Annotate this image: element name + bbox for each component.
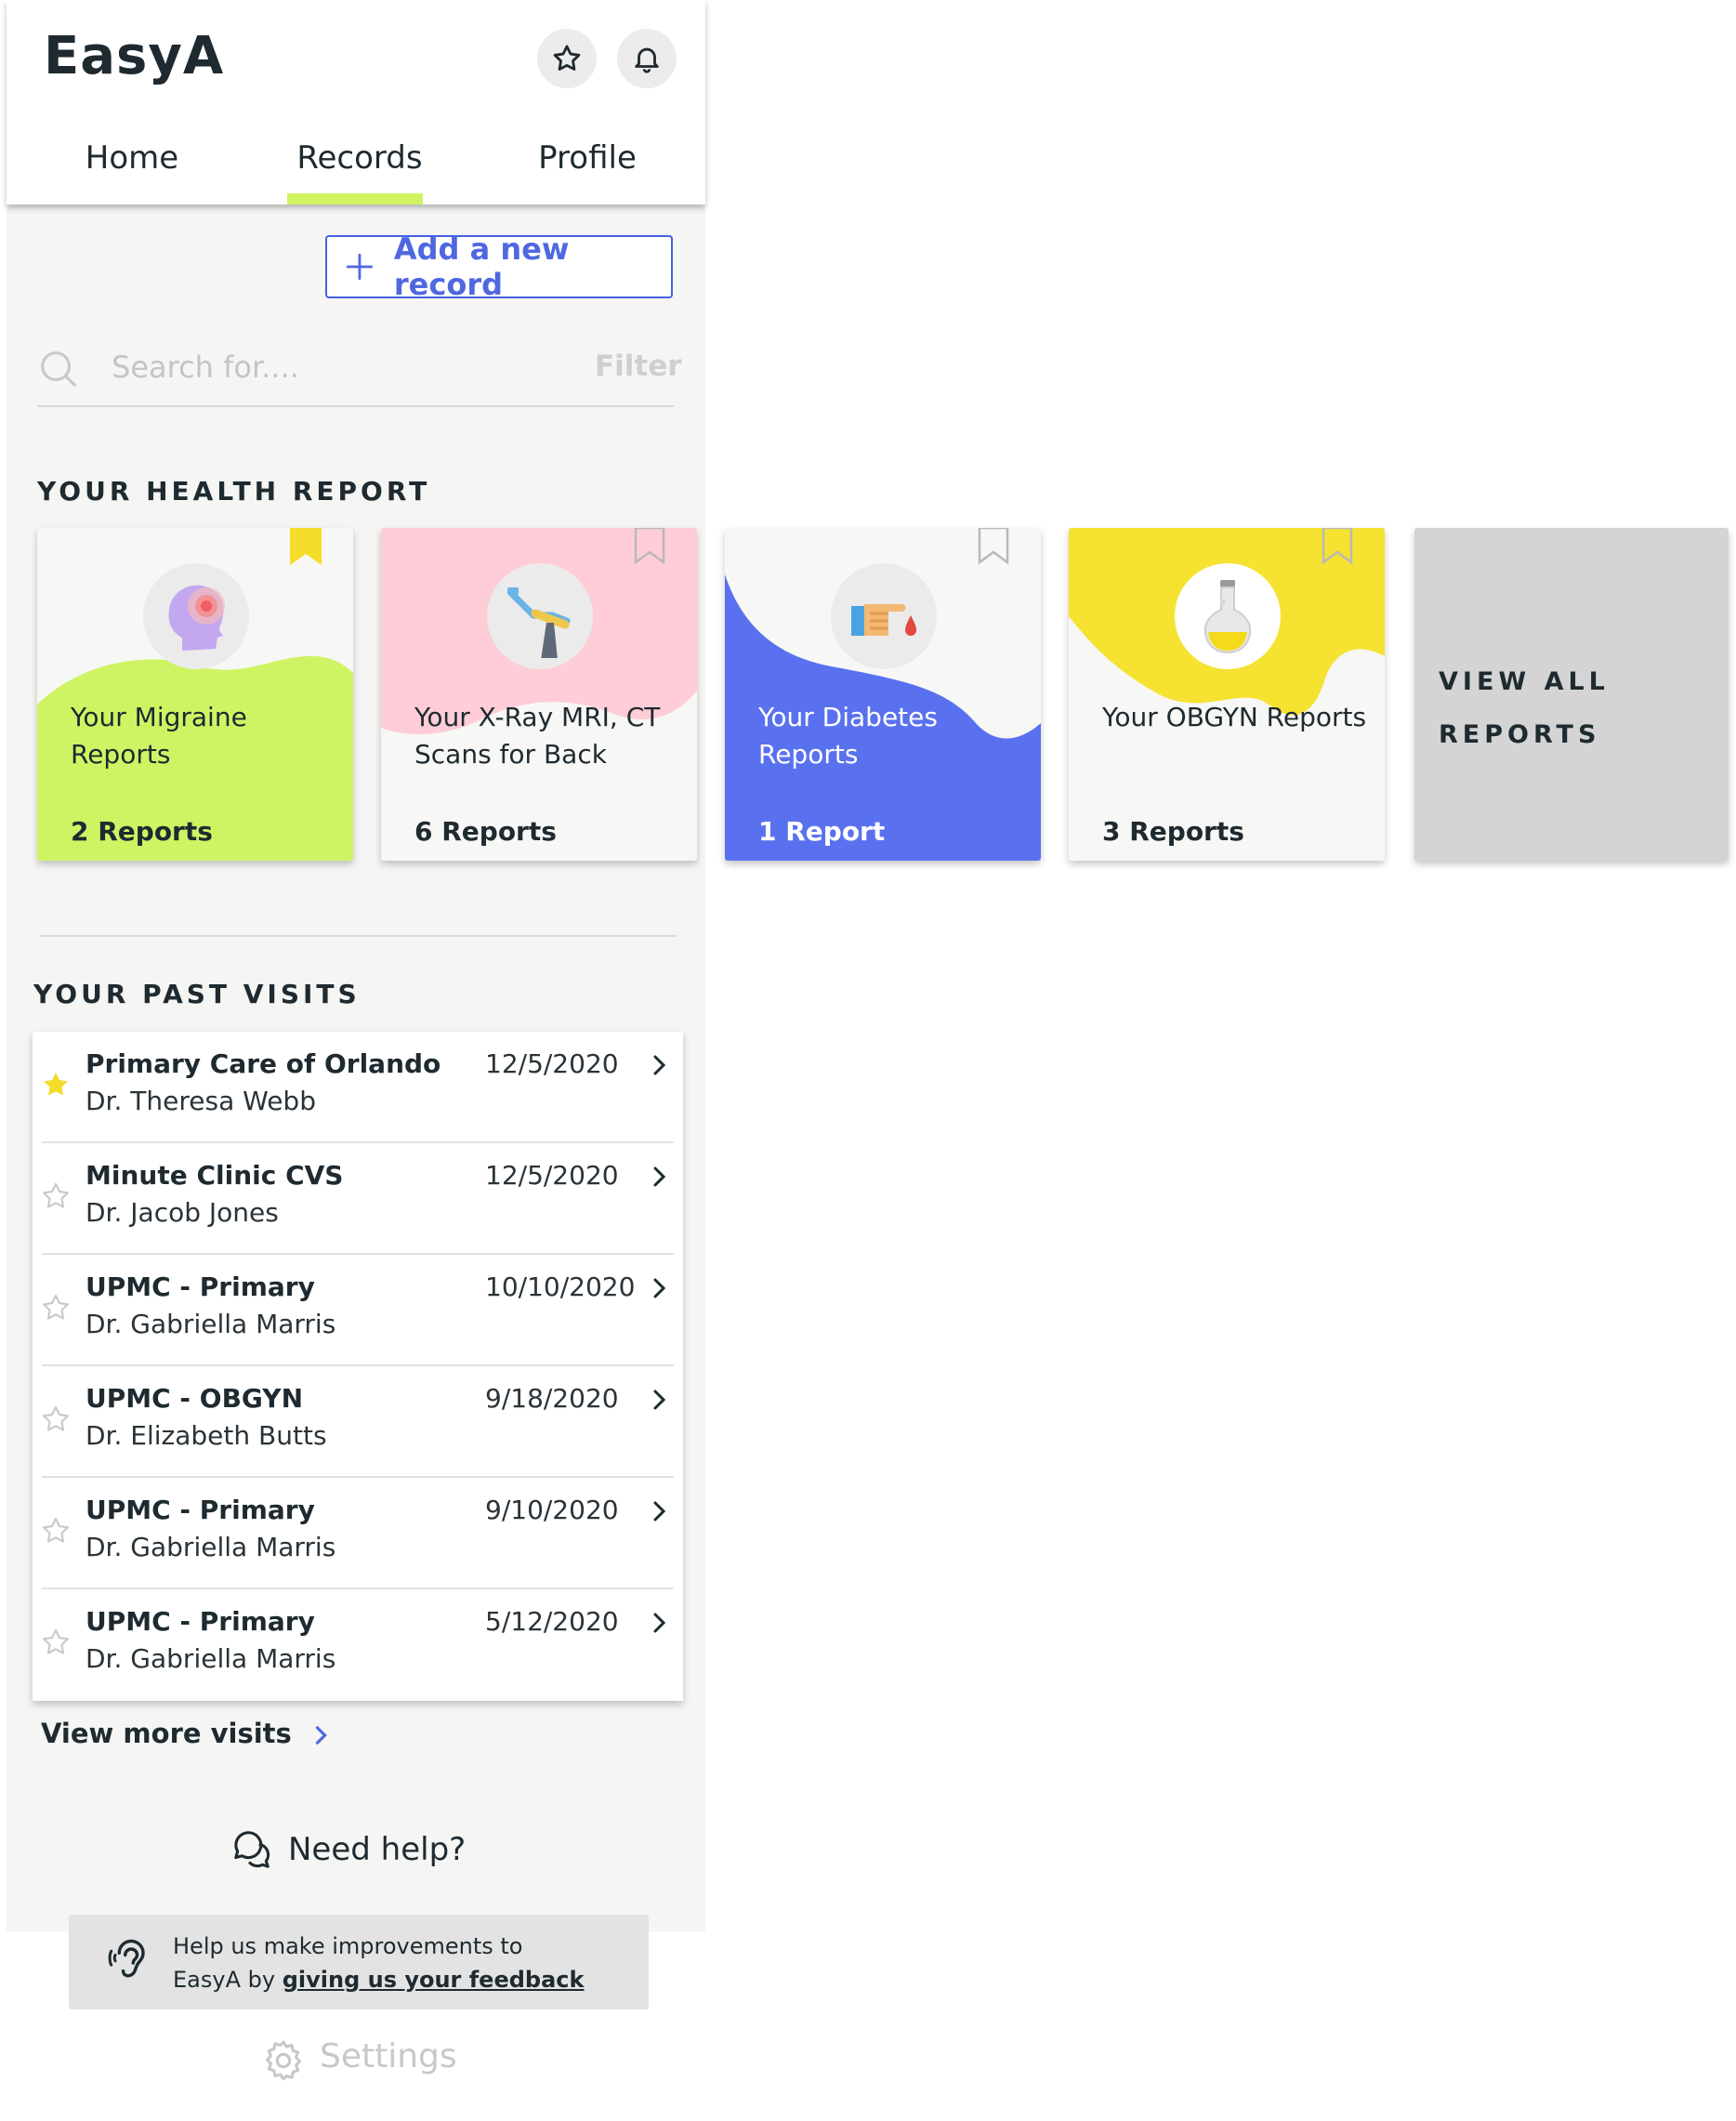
visit-clinic-name: UPMC - Primary <box>85 1495 315 1525</box>
visit-doctor-name: Dr. Elizabeth Butts <box>85 1420 327 1451</box>
visit-row[interactable]: UPMC - Primary Dr. Gabriella Marris 10/1… <box>33 1255 683 1366</box>
app-header: EasyA Home Records Profile <box>7 0 705 204</box>
view-more-label: View more visits <box>41 1718 292 1749</box>
chevron-right-icon[interactable] <box>650 1387 670 1413</box>
visit-date: 10/10/2020 <box>485 1271 636 1302</box>
visit-clinic-name: Minute Clinic CVS <box>85 1160 344 1191</box>
visit-date: 9/10/2020 <box>485 1495 619 1525</box>
tab-home[interactable]: Home <box>62 139 202 177</box>
visit-date: 5/12/2020 <box>485 1606 619 1637</box>
report-card-label: Your Migraine Reports <box>71 702 247 770</box>
report-card-count: 2 Reports <box>71 816 213 847</box>
search-icon <box>41 351 76 387</box>
feedback-text: Help us make improvements to EasyA by gi… <box>173 1930 584 1996</box>
report-card-xray[interactable]: Your X-Ray MRI, CT Scans for Back 6 Repo… <box>381 528 697 861</box>
star-outline-icon[interactable] <box>40 1180 72 1212</box>
finger-blood-drop-icon <box>831 563 937 669</box>
star-filled-icon[interactable] <box>40 1069 72 1100</box>
report-card-label: Your Diabetes Reports <box>758 702 938 770</box>
feedback-banner: Help us make improvements to EasyA by gi… <box>69 1915 649 2009</box>
star-outline-icon[interactable] <box>40 1292 72 1324</box>
visit-date: 12/5/2020 <box>485 1160 619 1191</box>
past-visits-title: YOUR PAST VISITS <box>33 979 361 1009</box>
need-help-link[interactable]: Need help? <box>288 1831 466 1868</box>
visit-date: 12/5/2020 <box>485 1048 619 1079</box>
visit-date: 9/18/2020 <box>485 1383 619 1414</box>
health-report-title: YOUR HEALTH REPORT <box>37 476 431 507</box>
visit-doctor-name: Dr. Gabriella Marris <box>85 1532 336 1562</box>
visit-clinic-name: UPMC - Primary <box>85 1606 315 1637</box>
star-icon <box>553 45 581 71</box>
chevron-right-icon[interactable] <box>650 1275 670 1301</box>
visit-row[interactable]: UPMC - Primary Dr. Gabriella Marris 9/10… <box>33 1478 683 1589</box>
chevron-right-icon[interactable] <box>650 1498 670 1524</box>
active-tab-indicator <box>287 193 423 204</box>
chevron-right-icon[interactable] <box>650 1164 670 1190</box>
tab-records[interactable]: Records <box>285 139 434 177</box>
notifications-button[interactable] <box>617 29 677 88</box>
bookmark-outline-icon[interactable] <box>634 528 665 565</box>
chevron-right-icon <box>315 1726 327 1745</box>
bookmark-filled-icon[interactable] <box>290 528 322 565</box>
app-logo: EasyA <box>44 26 225 86</box>
bookmark-outline-icon[interactable] <box>978 528 1009 565</box>
feedback-link[interactable]: giving us your feedback <box>283 1967 585 1993</box>
feedback-prefix: EasyA by <box>173 1967 283 1993</box>
xray-machine-icon <box>487 563 593 669</box>
visit-row[interactable]: Minute Clinic CVS Dr. Jacob Jones 12/5/2… <box>33 1143 683 1255</box>
visit-clinic-name: UPMC - Primary <box>85 1271 315 1302</box>
report-card-migraine[interactable]: Your Migraine Reports 2 Reports <box>37 528 353 861</box>
ear-icon <box>108 1939 145 1978</box>
visit-clinic-name: UPMC - OBGYN <box>85 1383 304 1414</box>
filter-button[interactable]: Filter <box>595 349 682 383</box>
tab-profile[interactable]: Profile <box>513 139 662 177</box>
plus-icon <box>346 253 374 281</box>
view-all-reports-card[interactable]: VIEW ALL REPORTS <box>1414 528 1729 861</box>
feedback-line-2: EasyA by giving us your feedback <box>173 1963 584 1996</box>
favorites-button[interactable] <box>537 29 597 88</box>
feedback-line-1: Help us make improvements to <box>173 1933 523 1959</box>
chat-bubbles-icon[interactable] <box>230 1827 273 1870</box>
report-card-label: Your X-Ray MRI, CT Scans for Back <box>414 702 661 770</box>
report-card-label: Your OBGYN Reports <box>1102 702 1367 732</box>
visit-row[interactable]: Primary Care of Orlando Dr. Theresa Webb… <box>33 1032 683 1143</box>
visit-row[interactable]: UPMC - Primary Dr. Gabriella Marris 5/12… <box>33 1589 683 1701</box>
star-outline-icon[interactable] <box>40 1627 72 1658</box>
past-visits-list: Primary Care of Orlando Dr. Theresa Webb… <box>33 1032 683 1701</box>
view-all-line-2: REPORTS <box>1439 720 1601 749</box>
report-card-count: 3 Reports <box>1102 816 1244 847</box>
bell-icon <box>635 47 659 73</box>
report-card-count: 6 Reports <box>414 816 557 847</box>
visit-doctor-name: Dr. Theresa Webb <box>85 1086 316 1116</box>
visit-clinic-name: Primary Care of Orlando <box>85 1048 441 1079</box>
visit-row[interactable]: UPMC - OBGYN Dr. Elizabeth Butts 9/18/20… <box>33 1366 683 1478</box>
brain-icon <box>143 563 249 669</box>
chevron-right-icon[interactable] <box>650 1052 670 1078</box>
settings-link[interactable]: Settings <box>320 2037 457 2075</box>
star-outline-icon[interactable] <box>40 1515 72 1547</box>
chevron-right-icon[interactable] <box>650 1610 670 1636</box>
add-record-button[interactable]: Add a new record <box>325 231 673 302</box>
search-underline <box>37 405 674 407</box>
add-record-label: Add a new record <box>393 231 570 302</box>
view-all-line-1: VIEW ALL <box>1439 667 1610 696</box>
visit-doctor-name: Dr. Gabriella Marris <box>85 1309 336 1339</box>
report-card-count: 1 Report <box>758 816 886 847</box>
flask-icon <box>1175 563 1281 669</box>
report-card-diabetes[interactable]: Your Diabetes Reports 1 Report <box>725 528 1041 861</box>
search-input[interactable]: Search for.... <box>112 349 299 385</box>
bookmark-outline-icon[interactable] <box>1322 528 1353 565</box>
visit-doctor-name: Dr. Gabriella Marris <box>85 1643 336 1674</box>
report-card-obgyn[interactable]: Your OBGYN Reports 3 Reports <box>1069 528 1385 861</box>
visit-doctor-name: Dr. Jacob Jones <box>85 1197 279 1228</box>
star-outline-icon[interactable] <box>40 1403 72 1435</box>
gear-icon[interactable] <box>260 2037 307 2084</box>
view-more-visits-link[interactable]: View more visits <box>41 1718 331 1749</box>
section-divider <box>39 935 677 937</box>
